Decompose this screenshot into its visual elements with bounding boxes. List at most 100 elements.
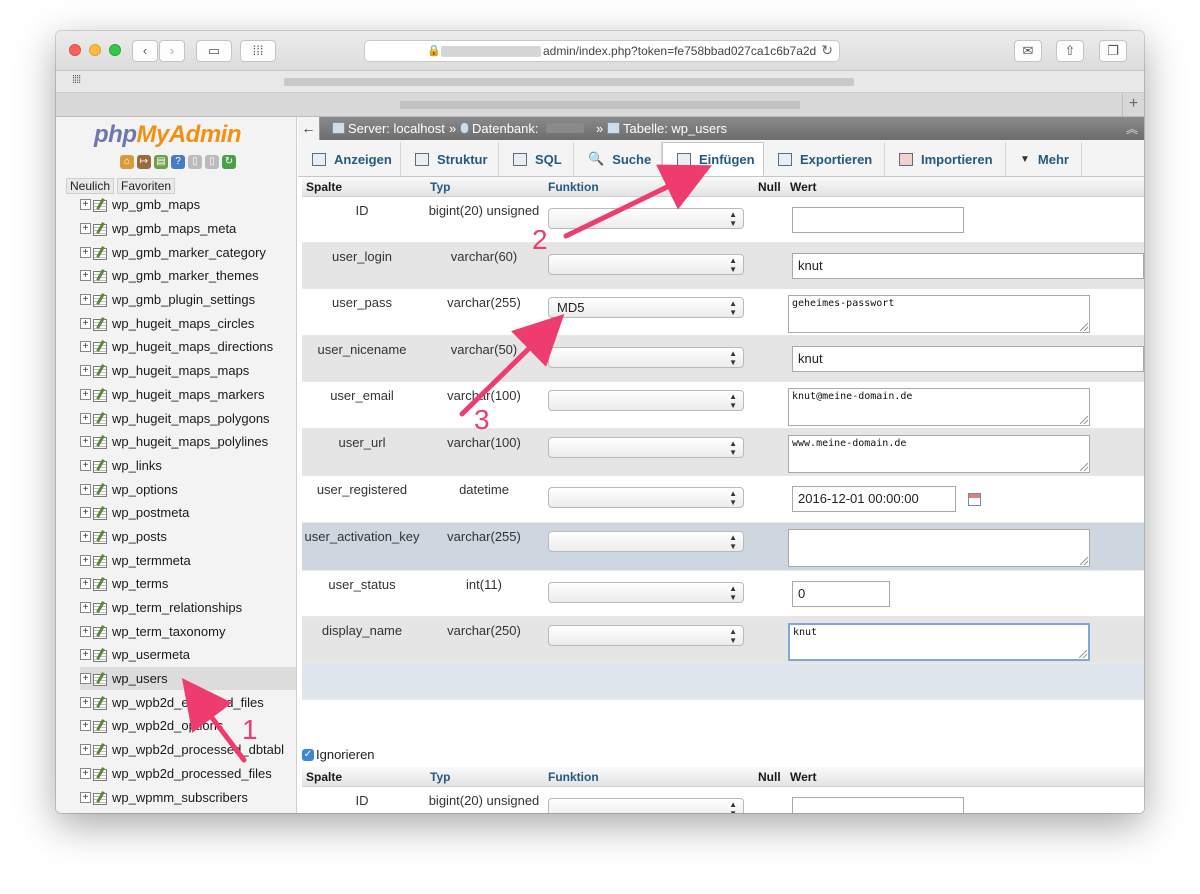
value-field[interactable]: knut <box>792 346 1144 372</box>
settings-icon[interactable]: ▯ <box>205 155 219 169</box>
sidebar-item-wp_hugeit_maps_directions[interactable]: + wp_hugeit_maps_directions <box>80 335 296 359</box>
table-structure-icon[interactable] <box>93 340 107 355</box>
sidebar-item-label[interactable]: wp_hugeit_maps_maps <box>112 363 249 378</box>
minimize-window-button[interactable] <box>89 44 101 56</box>
sidebar-item-label[interactable]: wp_hugeit_maps_circles <box>112 316 254 331</box>
sidebar-item-wp_gmb_marker_themes[interactable]: + wp_gmb_marker_themes <box>80 264 296 288</box>
table-structure-icon[interactable] <box>93 554 107 568</box>
breadcrumb-server[interactable]: Server: localhost <box>332 121 445 136</box>
sidebar-item-wp_postmeta[interactable]: + wp_postmeta <box>80 501 296 525</box>
sidebar-item-wp_wpb2d_options[interactable]: + wp_wpb2d_options <box>80 714 296 738</box>
sidebar-item-label[interactable]: wp_hugeit_maps_polylines <box>112 434 268 449</box>
table-structure-icon[interactable] <box>93 672 107 687</box>
logout-icon[interactable]: ↦ <box>137 155 151 169</box>
expand-icon[interactable]: + <box>80 507 91 519</box>
sidebar-item-wp_options[interactable]: + wp_options <box>80 477 296 501</box>
function-select[interactable]: ▲▼ <box>548 208 744 229</box>
table-structure-icon[interactable] <box>93 719 107 734</box>
sidebar-item-label[interactable]: wp_wpmm_subscribers <box>112 790 248 805</box>
sidebar-item-label[interactable]: wp_postmeta <box>112 505 189 520</box>
table-structure-icon[interactable] <box>93 269 107 284</box>
expand-icon[interactable]: + <box>80 791 91 803</box>
breadcrumb-database[interactable]: Datenbank: <box>460 121 539 136</box>
value-field[interactable]: knut <box>792 253 1144 279</box>
new-tab-plus-icon[interactable]: + <box>1122 93 1144 117</box>
recent-tab[interactable]: Neulich <box>66 178 115 194</box>
table-structure-icon[interactable] <box>93 696 107 710</box>
header-function[interactable]: Funktion <box>548 770 599 784</box>
expand-icon[interactable]: + <box>80 317 91 329</box>
sidebar-item-wp_hugeit_maps_markers[interactable]: + wp_hugeit_maps_markers <box>80 383 296 407</box>
expand-icon[interactable]: + <box>80 673 91 685</box>
table-structure-icon[interactable] <box>93 364 107 379</box>
table-structure-icon[interactable] <box>93 767 107 781</box>
table-structure-icon[interactable] <box>93 577 107 592</box>
expand-icon[interactable]: + <box>80 388 91 400</box>
sidebar-item-label[interactable]: wp_hugeit_maps_polygons <box>112 411 270 426</box>
sidebar-item-wp_hugeit_maps_maps[interactable]: + wp_hugeit_maps_maps <box>80 359 296 383</box>
sidebar-item-wp_hugeit_maps_polylines[interactable]: + wp_hugeit_maps_polylines <box>80 430 296 454</box>
expand-icon[interactable]: + <box>80 602 91 614</box>
function-select[interactable]: ▲▼ <box>548 531 744 552</box>
function-select[interactable]: ▲▼ <box>548 798 744 813</box>
sidebar-item-label[interactable]: wp_hugeit_maps_markers <box>112 387 264 402</box>
sidebar-item-label[interactable]: wp_termmeta <box>112 553 191 568</box>
expand-icon[interactable]: + <box>80 341 91 353</box>
function-select[interactable]: ▲▼ <box>548 487 744 508</box>
header-type[interactable]: Typ <box>430 770 450 784</box>
value-field[interactable]: knut@meine-domain.de <box>788 388 1090 426</box>
expand-icon[interactable]: + <box>80 767 91 779</box>
sidebar-item-label[interactable]: wp_gmb_maps_meta <box>112 221 236 236</box>
sidebar-toggle-button[interactable]: ▭ <box>196 40 232 62</box>
tab-more[interactable]: ▼ Mehr <box>1006 142 1082 176</box>
value-field[interactable]: www.meine-domain.de <box>788 435 1090 473</box>
sidebar-item-wp_gmb_plugin_settings[interactable]: + wp_gmb_plugin_settings <box>80 288 296 312</box>
header-function[interactable]: Funktion <box>548 180 599 194</box>
table-structure-icon[interactable] <box>93 483 107 497</box>
query-window-icon[interactable]: ▤ <box>154 155 168 169</box>
value-field[interactable]: knut <box>788 623 1090 661</box>
tab-export[interactable]: Exportieren <box>764 142 885 176</box>
expand-icon[interactable]: + <box>80 530 91 542</box>
table-structure-icon[interactable] <box>93 743 107 758</box>
table-structure-icon[interactable] <box>93 459 107 473</box>
sidebar-item-wp_term_taxonomy[interactable]: + wp_term_taxonomy <box>80 619 296 643</box>
expand-icon[interactable]: + <box>80 223 91 235</box>
sql-docs-icon[interactable]: ▯ <box>188 155 202 169</box>
sidebar-item-label[interactable]: wp_hugeit_maps_directions <box>112 339 273 354</box>
expand-icon[interactable]: + <box>80 436 91 448</box>
header-type[interactable]: Typ <box>430 180 450 194</box>
sidebar-item-wp_wpb2d_processed_files[interactable]: + wp_wpb2d_processed_files <box>80 762 296 786</box>
calendar-icon[interactable] <box>968 493 981 506</box>
sidebar-item-wp_gmb_maps[interactable]: + wp_gmb_maps <box>80 193 296 217</box>
function-select[interactable]: MD5 ▲ ▼ <box>548 297 744 318</box>
sidebar-item-label[interactable]: wp_terms <box>112 576 168 591</box>
sidebar-item-label[interactable]: wp_gmb_maps <box>112 197 200 212</box>
tabs-overview-button[interactable]: ❐ <box>1099 40 1127 62</box>
tab-sql[interactable]: SQL <box>499 142 574 176</box>
value-field[interactable]: geheimes-passwort <box>788 295 1090 333</box>
collapse-icon[interactable]: ︽ <box>1126 120 1138 137</box>
expand-icon[interactable]: + <box>80 720 91 732</box>
sidebar-item-label[interactable]: wp_wpb2d_options <box>112 718 223 733</box>
documentation-icon[interactable]: ? <box>171 155 185 169</box>
sidebar-item-label[interactable]: wp_gmb_marker_category <box>112 245 266 260</box>
expand-icon[interactable]: + <box>80 199 91 211</box>
expand-icon[interactable]: + <box>80 554 91 566</box>
sidebar-item-label[interactable]: wp_posts <box>112 529 167 544</box>
ignore-checkbox-row[interactable]: ✓ Ignorieren <box>302 747 375 762</box>
table-structure-icon[interactable] <box>93 388 107 402</box>
reload-navigation-icon[interactable]: ↻ <box>222 155 236 169</box>
sidebar-item-wp_wpmm_subscribers[interactable]: + wp_wpmm_subscribers <box>80 785 296 809</box>
table-structure-icon[interactable] <box>93 246 107 260</box>
table-structure-icon[interactable] <box>93 506 107 521</box>
tab-browse[interactable]: Anzeigen <box>298 142 401 176</box>
expand-icon[interactable]: + <box>80 294 91 306</box>
sidebar-item-label[interactable]: wp_links <box>112 458 162 473</box>
sidebar-item-label[interactable]: wp_wpb2d_excluded_files <box>112 695 264 710</box>
table-structure-icon[interactable] <box>93 601 107 616</box>
value-field[interactable]: 2016-12-01 00:00:00 <box>792 486 956 512</box>
address-bar[interactable]: 🔒 admin/index.php?token=fe758bbad027ca1c… <box>364 40 840 62</box>
value-field[interactable] <box>788 529 1090 567</box>
sidebar-item-wp_terms[interactable]: + wp_terms <box>80 572 296 596</box>
